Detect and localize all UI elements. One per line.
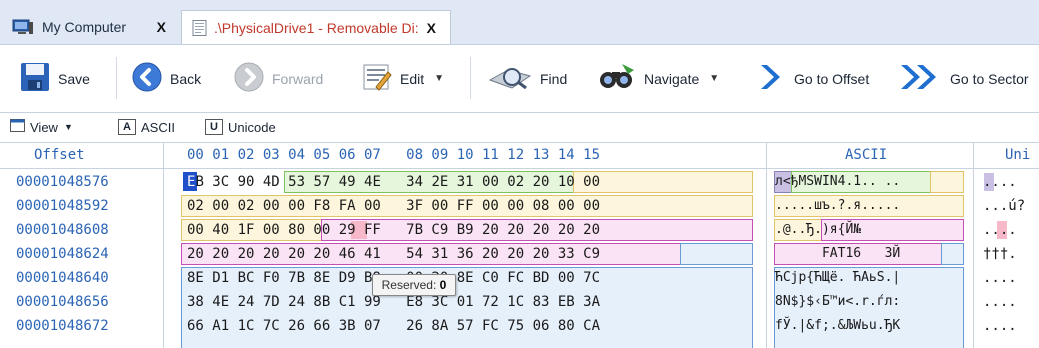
go-to-sector-label: Go to Sector xyxy=(950,70,1029,87)
find-icon xyxy=(488,62,532,95)
row-unicode[interactable]: .... xyxy=(983,172,1017,192)
row-offset: 00001048672 xyxy=(16,318,109,334)
go-to-sector-button[interactable]: Go to Sector xyxy=(898,45,1029,112)
row-unicode[interactable]: ...ú? xyxy=(983,196,1025,216)
edit-label: Edit xyxy=(400,70,425,87)
back-label: Back xyxy=(170,70,202,87)
toolbar: Save Back Forward Edit ▼ Find Navigate ▼ xyxy=(0,45,1039,113)
row-hex[interactable]: 20 20 20 20 20 20 46 41 54 31 36 20 20 2… xyxy=(187,244,600,264)
view-dropdown[interactable]: View ▼ xyxy=(10,117,73,137)
hex-header: 00 01 02 03 04 05 06 07 08 09 10 11 12 1… xyxy=(187,147,601,163)
tooltip-label: Reserved: xyxy=(381,278,437,292)
chevron-down-icon: ▼ xyxy=(63,122,73,132)
tab-label: My Computer xyxy=(42,19,127,35)
view-bar: View ▼ A ASCII U Unicode xyxy=(0,113,1039,143)
column-divider xyxy=(766,143,767,348)
row-hex[interactable]: 00 40 1F 00 80 00 29 FF 7B C9 B9 20 20 2… xyxy=(187,220,600,240)
go-to-offset-button[interactable]: Go to Offset xyxy=(756,45,869,112)
row-ascii[interactable]: fЎ.|&f;.&ЉWьu.ЂК xyxy=(775,316,900,336)
navigate-button[interactable]: Navigate ▼ xyxy=(598,45,719,112)
window-icon xyxy=(10,118,26,136)
unicode-toggle[interactable]: U Unicode xyxy=(205,117,276,137)
header-divider xyxy=(0,168,1039,169)
ascii-icon: A xyxy=(118,119,136,135)
edit-icon xyxy=(362,62,392,95)
edit-button[interactable]: Edit ▼ xyxy=(362,45,444,112)
tab-physical-drive[interactable]: .\PhysicalDrive1 - Removable Di: X xyxy=(181,10,451,44)
ascii-toggle[interactable]: A ASCII xyxy=(118,117,175,137)
binoculars-icon xyxy=(598,62,636,95)
row-ascii[interactable]: .@..Ђ.)я{Й№ xyxy=(775,220,900,240)
back-button[interactable]: Back xyxy=(132,45,201,112)
row-unicode[interactable]: .... xyxy=(983,268,1017,288)
row-ascii[interactable]: 8N$}$‹Б™и<.r.ѓл: xyxy=(775,292,900,312)
back-arrow-icon xyxy=(132,62,162,95)
row-offset: 00001048656 xyxy=(16,294,109,310)
row-hex[interactable]: EB 3C 90 4D 53 57 49 4E 34 2E 31 00 02 2… xyxy=(187,172,600,192)
row-offset: 00001048624 xyxy=(16,246,109,262)
row-hex[interactable]: 66 A1 1C 7C 26 66 3B 07 26 8A 57 FC 75 0… xyxy=(187,316,600,336)
tab-bar: My Computer X .\PhysicalDrive1 - Removab… xyxy=(0,0,1039,45)
row-unicode[interactable]: †††. xyxy=(983,244,1017,264)
document-icon xyxy=(192,19,208,36)
find-label: Find xyxy=(540,70,568,87)
tab-label: .\PhysicalDrive1 - Removable Di: xyxy=(214,19,419,36)
column-divider xyxy=(163,143,164,348)
offset-header: Offset xyxy=(34,147,85,163)
chevron-right-icon xyxy=(756,62,786,95)
row-unicode[interactable]: .... xyxy=(983,220,1017,240)
close-icon[interactable]: X xyxy=(157,19,166,35)
unicode-header: Uni xyxy=(1005,147,1031,163)
navigate-label: Navigate xyxy=(644,70,700,87)
save-button[interactable]: Save xyxy=(20,45,90,112)
row-ascii[interactable]: FAT16 3Й xyxy=(775,244,900,264)
unicode-icon: U xyxy=(205,119,223,135)
row-ascii[interactable]: л<ђMSWIN4.1.. .. xyxy=(775,172,900,192)
go-to-offset-label: Go to Offset xyxy=(794,70,870,87)
row-offset: 00001048592 xyxy=(16,198,109,214)
double-chevron-right-icon xyxy=(898,62,942,95)
chevron-down-icon[interactable]: ▼ xyxy=(709,73,719,84)
field-tooltip: Reserved: 0 xyxy=(372,274,456,296)
ascii-highlight xyxy=(941,243,964,265)
floppy-disk-icon xyxy=(20,62,50,95)
ascii-label: ASCII xyxy=(141,119,175,135)
ascii-highlight xyxy=(930,171,964,193)
forward-button[interactable]: Forward xyxy=(234,45,323,112)
toolbar-separator xyxy=(470,57,471,99)
close-icon[interactable]: X xyxy=(427,20,436,36)
column-divider xyxy=(973,143,974,348)
tooltip-value: 0 xyxy=(439,278,447,292)
forward-label: Forward xyxy=(272,70,324,87)
row-unicode[interactable]: .... xyxy=(983,292,1017,312)
cursor-byte[interactable]: E xyxy=(187,174,195,190)
chevron-down-icon[interactable]: ▼ xyxy=(434,73,444,84)
row-ascii[interactable]: ЋСјр{ЋЩё. ЋАьЅ.| xyxy=(775,268,900,288)
field-highlight-boot-code xyxy=(680,243,753,265)
forward-arrow-icon xyxy=(234,62,264,95)
row-unicode[interactable]: .... xyxy=(983,316,1017,336)
toolbar-separator xyxy=(116,57,117,99)
row-offset: 00001048576 xyxy=(16,174,109,190)
save-label: Save xyxy=(58,70,90,87)
unicode-label: Unicode xyxy=(228,119,276,135)
tab-my-computer[interactable]: My Computer X xyxy=(0,10,180,44)
find-button[interactable]: Find xyxy=(488,45,567,112)
row-offset: 00001048608 xyxy=(16,222,109,238)
hex-editor-grid[interactable]: Offset 00 01 02 03 04 05 06 07 08 09 10 … xyxy=(0,143,1039,348)
computer-icon xyxy=(12,19,34,35)
ascii-header: ASCII xyxy=(845,147,888,163)
view-label: View xyxy=(30,119,58,135)
row-offset: 00001048640 xyxy=(16,270,109,286)
row-hex[interactable]: 02 00 02 00 00 F8 FA 00 3F 00 FF 00 00 0… xyxy=(187,196,600,216)
row-ascii[interactable]: .....шъ.?.я..... xyxy=(775,196,900,216)
